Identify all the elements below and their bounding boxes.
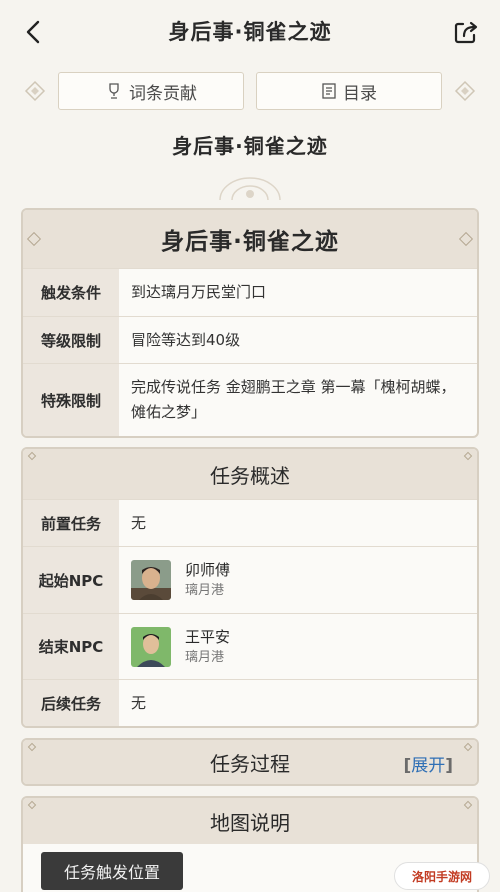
row-value: 无 <box>131 693 147 712</box>
share-icon[interactable] <box>450 16 482 48</box>
row-value: 卯师傅 璃月港 <box>119 547 477 613</box>
corner-ornament-icon <box>463 742 473 752</box>
corner-ornament-icon <box>27 800 37 810</box>
watermark-logo: 洛阳手游网 <box>394 862 490 890</box>
npc-name: 卯师傅 <box>185 561 231 579</box>
table-row: 特殊限制 完成传说任务 金翅鹏王之章 第一幕「槐柯胡蝶，傩佑之梦」 <box>23 363 477 436</box>
map-card-header: 地图说明 <box>23 798 477 844</box>
header-title: 身后事·铜雀之迹 <box>168 20 332 44</box>
row-value: 完成传说任务 金翅鹏王之章 第一幕「槐柯胡蝶，傩佑之梦」 <box>131 378 456 421</box>
tab-toc[interactable]: 目录 <box>256 72 442 110</box>
tab-contribution[interactable]: 词条贡献 <box>58 72 244 110</box>
page-title: 身后事·铜雀之迹 <box>172 134 328 158</box>
diamond-ornament-icon <box>24 80 46 102</box>
bracket-close: ] <box>445 756 453 776</box>
avatar <box>131 560 171 600</box>
row-value: 到达璃月万民堂门口 <box>131 283 267 301</box>
corner-ornament-icon <box>463 800 473 810</box>
top-bar: 身后事·铜雀之迹 <box>0 0 500 64</box>
row-label: 结束NPC <box>23 614 119 679</box>
info-card-header: 身后事·铜雀之迹 <box>23 210 477 268</box>
corner-ornament-icon <box>27 742 37 752</box>
overview-card-header: 任务概述 <box>23 449 477 499</box>
info-card: 身后事·铜雀之迹 触发条件 到达璃月万民堂门口 等级限制 冒险等达到40级 特殊… <box>21 208 479 438</box>
npc-name: 王平安 <box>185 627 231 646</box>
row-value: 冒险等达到40级 <box>131 330 241 349</box>
overview-card: 任务概述 前置任务 无 起始NPC 卯师傅 璃月港 结束NPC 王平安 璃月港 … <box>21 447 479 728</box>
table-row: 起始NPC 卯师傅 璃月港 <box>23 546 477 613</box>
npc-end[interactable]: 王平安 璃月港 <box>131 626 230 668</box>
trigger-location-button[interactable]: 任务触发位置 <box>41 852 183 890</box>
diamond-ornament-icon <box>454 80 476 102</box>
overview-card-title: 任务概述 <box>210 463 290 488</box>
watermark-text: 洛阳手游网 <box>411 869 472 884</box>
trophy-icon <box>109 83 119 99</box>
row-label: 后续任务 <box>23 680 119 726</box>
tab-bar: 词条贡献 目录 <box>0 72 500 110</box>
corner-ornament-icon <box>26 231 42 247</box>
tab-toc-label: 目录 <box>343 83 377 104</box>
corner-ornament-icon <box>463 451 473 461</box>
row-label: 等级限制 <box>23 317 119 363</box>
corner-ornament-icon <box>27 451 37 461</box>
expand-link[interactable]: [展开] <box>403 751 453 776</box>
corner-ornament-icon <box>458 231 474 247</box>
table-row: 等级限制 冒险等达到40级 <box>23 316 477 363</box>
npc-place: 璃月港 <box>185 649 225 665</box>
map-card-title: 地图说明 <box>210 810 290 835</box>
process-card-header: 任务过程 [展开] <box>23 740 477 784</box>
list-icon <box>322 83 336 99</box>
npc-start[interactable]: 卯师傅 璃月港 <box>131 559 230 601</box>
table-row: 前置任务 无 <box>23 499 477 546</box>
row-label: 起始NPC <box>23 547 119 613</box>
tab-contribution-label: 词条贡献 <box>129 83 197 104</box>
table-row: 后续任务 无 <box>23 679 477 726</box>
row-label: 前置任务 <box>23 500 119 546</box>
row-label: 触发条件 <box>23 269 119 316</box>
row-value: 无 <box>131 513 147 532</box>
process-card: 任务过程 [展开] <box>21 738 479 786</box>
row-value: 王平安 璃月港 <box>119 614 477 679</box>
ornament-divider-icon <box>219 177 281 201</box>
row-label: 特殊限制 <box>23 364 119 436</box>
process-card-title: 任务过程 <box>210 751 290 776</box>
info-card-title: 身后事·铜雀之迹 <box>161 229 339 255</box>
expand-label: 展开 <box>411 756 446 776</box>
avatar <box>131 626 171 667</box>
npc-place: 璃月港 <box>185 583 225 598</box>
table-row: 结束NPC 王平安 璃月港 <box>23 613 477 679</box>
table-row: 触发条件 到达璃月万民堂门口 <box>23 268 477 316</box>
